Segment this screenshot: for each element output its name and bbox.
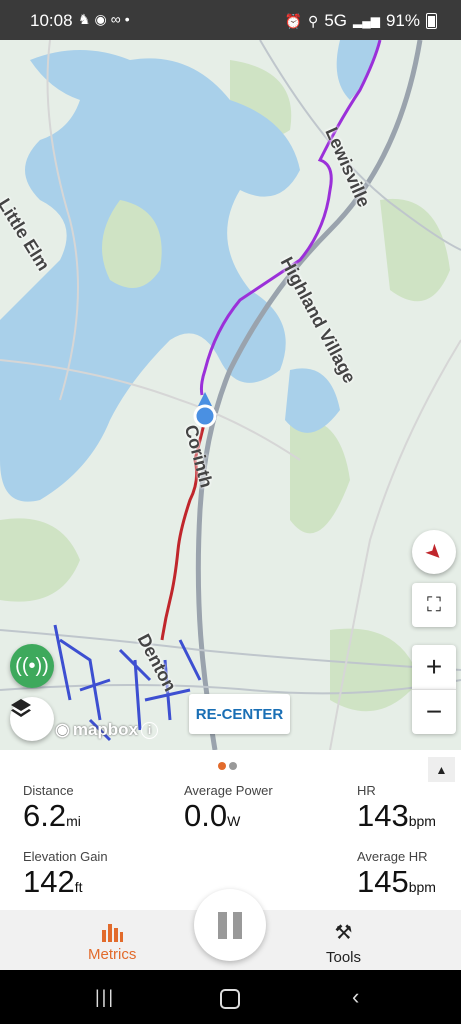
fullscreen-button[interactable]: ⛶ bbox=[412, 583, 456, 627]
pause-icon bbox=[218, 911, 227, 939]
metric-value: 142 bbox=[23, 864, 75, 899]
mapbox-logo-icon: ◉ bbox=[55, 720, 70, 739]
page-dot-active bbox=[218, 762, 226, 770]
bar-chart-icon bbox=[102, 924, 124, 942]
metric-value: 6.2 bbox=[23, 798, 67, 833]
metric-label: Average HR bbox=[357, 849, 428, 864]
pause-button[interactable] bbox=[194, 889, 266, 961]
metric-label: Distance bbox=[23, 783, 74, 798]
compass-button[interactable]: ➤ bbox=[412, 530, 456, 574]
mapbox-label: mapbox bbox=[72, 720, 139, 739]
tools-icon: ⚒ bbox=[334, 922, 353, 944]
location-icon: ⚲ bbox=[308, 12, 319, 29]
metric-average-power: Average Power 0.0W bbox=[184, 783, 273, 834]
mapbox-attribution[interactable]: ◉ mapbox i bbox=[55, 720, 159, 740]
fullscreen-icon: ⛶ bbox=[427, 593, 441, 616]
tab-metrics-label: Metrics bbox=[88, 946, 137, 963]
home-icon[interactable] bbox=[220, 989, 240, 1009]
battery-icon bbox=[426, 13, 437, 29]
metric-unit: bpm bbox=[408, 813, 436, 829]
signal-icon: ▂▄▆ bbox=[353, 14, 380, 28]
map-canvas bbox=[0, 40, 461, 750]
broadcast-icon: ((•)) bbox=[15, 654, 49, 677]
alarm-icon: ⏰ bbox=[284, 12, 303, 29]
page-dot bbox=[229, 762, 237, 770]
caret-up-icon: ▲ bbox=[435, 762, 448, 777]
recenter-button[interactable]: RE-CENTER bbox=[189, 694, 290, 734]
status-bar: 10:08 ♞◉∞• ⏰ ⚲ 5G ▂▄▆ 91% bbox=[0, 0, 461, 40]
compass-icon: ➤ bbox=[419, 538, 448, 567]
metric-hr: HR 143bpm bbox=[357, 783, 436, 834]
metric-label: Average Power bbox=[184, 783, 273, 798]
metric-unit: bpm bbox=[408, 879, 436, 895]
network-label: 5G bbox=[324, 11, 347, 30]
page-indicator bbox=[218, 762, 237, 770]
collapse-button[interactable]: ▲ bbox=[428, 757, 455, 782]
metric-label: Elevation Gain bbox=[23, 849, 108, 864]
battery-percent: 91% bbox=[385, 11, 420, 30]
layers-icon bbox=[11, 699, 31, 717]
metric-average-hr: Average HR 145bpm bbox=[357, 849, 436, 900]
map-view[interactable]: Lewisville Highland Village Little Elm C… bbox=[0, 40, 461, 750]
tab-tools[interactable]: ⚒ Tools bbox=[326, 920, 361, 966]
recents-icon[interactable]: ||| bbox=[95, 987, 115, 1008]
notification-icons: ♞◉∞• bbox=[78, 11, 134, 27]
metric-value: 143 bbox=[357, 798, 409, 833]
metric-label: HR bbox=[357, 783, 376, 798]
info-icon[interactable]: i bbox=[141, 721, 159, 739]
metric-distance: Distance 6.2mi bbox=[23, 783, 81, 834]
metric-value: 145 bbox=[357, 864, 409, 899]
system-nav-bar: ||| ‹ bbox=[0, 970, 461, 1024]
status-time: 10:08 bbox=[30, 11, 73, 30]
zoom-out-button[interactable]: − bbox=[412, 689, 456, 734]
metric-elevation-gain: Elevation Gain 142ft bbox=[23, 849, 108, 900]
back-icon[interactable]: ‹ bbox=[352, 984, 359, 1010]
tab-metrics[interactable]: Metrics bbox=[88, 920, 136, 963]
layers-button[interactable] bbox=[10, 697, 54, 741]
metric-unit: W bbox=[227, 813, 241, 829]
zoom-in-button[interactable]: + bbox=[412, 645, 456, 689]
broadcast-button[interactable]: ((•)) bbox=[10, 644, 54, 688]
tab-tools-label: Tools bbox=[326, 949, 362, 966]
metric-unit: mi bbox=[66, 813, 81, 829]
metric-unit: ft bbox=[74, 879, 83, 895]
metric-value: 0.0 bbox=[184, 798, 228, 833]
